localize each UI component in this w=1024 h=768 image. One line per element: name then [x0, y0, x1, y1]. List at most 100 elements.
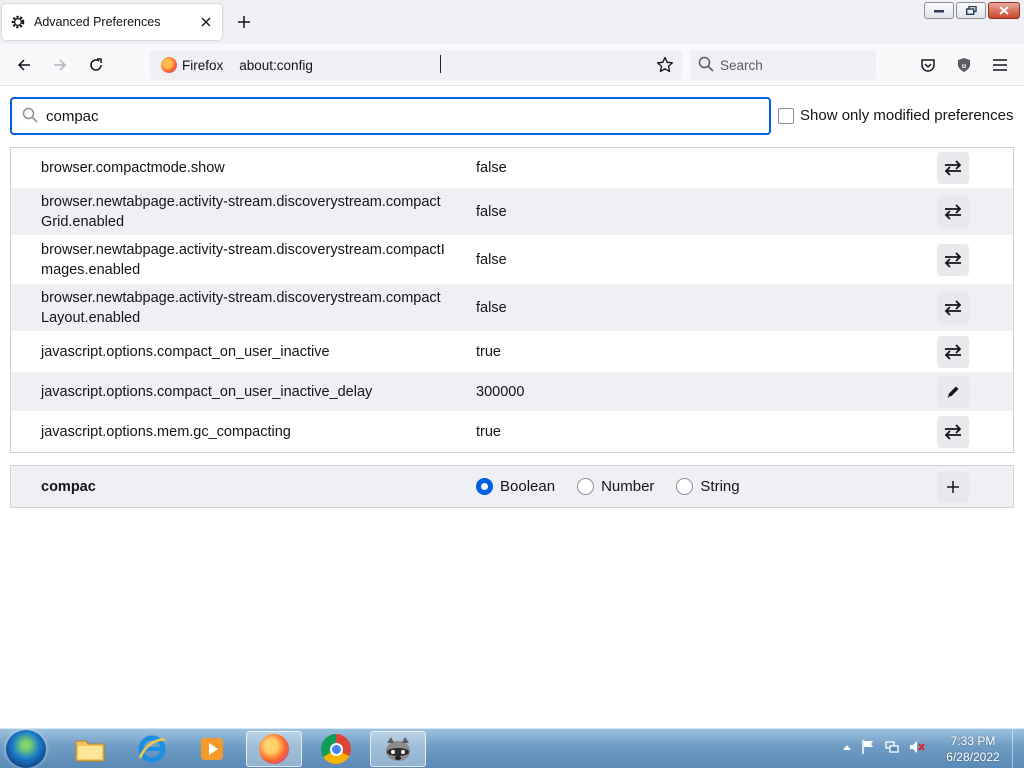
- pref-value: true: [476, 423, 501, 440]
- checkbox-box[interactable]: [778, 107, 794, 124]
- start-button[interactable]: [6, 730, 46, 768]
- text-cursor-icon: [440, 55, 446, 73]
- identity-box[interactable]: Firefox: [153, 53, 231, 77]
- new-tab-button[interactable]: [234, 12, 254, 32]
- pref-value: false: [476, 299, 507, 316]
- restore-button[interactable]: [956, 2, 986, 19]
- system-tray: [842, 739, 926, 755]
- reload-button[interactable]: [84, 53, 108, 77]
- toggle-button[interactable]: [937, 151, 969, 184]
- toggle-arrows-icon: [944, 299, 962, 316]
- internet-explorer-icon: [138, 735, 166, 763]
- toggle-button[interactable]: [937, 291, 969, 324]
- show-modified-checkbox[interactable]: Show only modified preferences: [778, 107, 1013, 124]
- raccoon-icon: [386, 737, 410, 761]
- pref-search-field[interactable]: [10, 97, 771, 135]
- toggle-button[interactable]: [937, 335, 969, 368]
- tab-close-icon[interactable]: [198, 14, 214, 30]
- show-hidden-icons-icon[interactable]: [842, 743, 852, 751]
- pref-name: javascript.options.compact_on_user_inact…: [41, 343, 330, 360]
- back-button[interactable]: [12, 53, 36, 77]
- bookmark-star-icon[interactable]: [656, 56, 674, 74]
- nav-toolbar: Firefox about:config Search u: [0, 44, 1024, 86]
- pref-name: javascript.options.mem.gc_compacting: [41, 423, 291, 440]
- radio-icon[interactable]: [577, 478, 595, 495]
- toggle-button[interactable]: [937, 195, 969, 228]
- pref-value: 300000: [476, 383, 525, 400]
- gear-icon: [10, 14, 26, 30]
- pref-row: browser.newtabpage.activity-stream.disco…: [11, 236, 1013, 284]
- menu-hamburger-icon[interactable]: [990, 55, 1010, 75]
- shield-icon[interactable]: u: [954, 55, 974, 75]
- pref-search-input[interactable]: [46, 107, 726, 125]
- pref-value: false: [476, 159, 507, 176]
- search-icon: [698, 56, 714, 75]
- pref-row: browser.newtabpage.activity-stream.disco…: [11, 188, 1013, 236]
- show-desktop-button[interactable]: [1012, 729, 1024, 768]
- chrome-icon: [321, 734, 351, 764]
- url-text[interactable]: about:config: [239, 58, 313, 73]
- radio-label: Number: [601, 478, 655, 495]
- url-bar[interactable]: Firefox about:config: [150, 50, 682, 80]
- taskbar-raccoon-app[interactable]: [370, 731, 426, 767]
- close-window-button[interactable]: [988, 2, 1020, 19]
- search-icon: [22, 107, 38, 126]
- toggle-arrows-icon: [944, 159, 962, 176]
- forward-button[interactable]: [48, 53, 72, 77]
- taskbar-explorer[interactable]: [62, 731, 118, 767]
- pref-value: false: [476, 251, 507, 268]
- firefox-logo-icon: [161, 57, 177, 73]
- edit-button[interactable]: [937, 375, 969, 408]
- tab-title: Advanced Preferences: [34, 15, 161, 29]
- clock-date: 6/28/2022: [946, 750, 1000, 764]
- folder-icon: [75, 740, 105, 762]
- toggle-arrows-icon: [944, 251, 962, 268]
- taskbar-clock[interactable]: 7:33 PM 6/28/2022: [940, 733, 1006, 765]
- taskbar-internet-explorer[interactable]: [124, 731, 180, 767]
- tab-strip: Advanced Preferences: [0, 0, 1024, 44]
- action-center-flag-icon[interactable]: [860, 739, 876, 755]
- taskbar: 7:33 PM 6/28/2022: [0, 728, 1024, 768]
- firefox-icon: [259, 734, 289, 764]
- new-pref-name: compac: [41, 478, 96, 495]
- type-radio-number[interactable]: Number: [577, 478, 654, 495]
- show-modified-label: Show only modified preferences: [800, 107, 1014, 124]
- taskbar-chrome[interactable]: [308, 731, 364, 767]
- tab-advanced-preferences[interactable]: Advanced Preferences: [2, 4, 222, 40]
- search-bar[interactable]: Search: [690, 50, 876, 80]
- pref-value: false: [476, 203, 507, 220]
- type-radio-boolean[interactable]: Boolean: [476, 478, 555, 495]
- pref-name: javascript.options.compact_on_user_inact…: [41, 383, 373, 400]
- pref-value: true: [476, 343, 501, 360]
- type-radio-string[interactable]: String: [676, 478, 740, 495]
- pref-row: javascript.options.compact_on_user_inact…: [11, 332, 1013, 372]
- pref-name: browser.newtabpage.activity-stream.disco…: [41, 289, 441, 326]
- network-icon[interactable]: [884, 739, 900, 755]
- media-player-icon: [201, 738, 223, 760]
- taskbar-media-player[interactable]: [184, 731, 240, 767]
- add-pref-row: compac Boolean Number String: [10, 465, 1014, 508]
- pref-name: browser.newtabpage.activity-stream.disco…: [41, 193, 441, 230]
- volume-muted-icon[interactable]: [908, 739, 926, 755]
- radio-label: Boolean: [500, 478, 556, 495]
- radio-selected-icon[interactable]: [476, 478, 493, 495]
- add-pref-button[interactable]: [937, 470, 969, 503]
- pocket-icon[interactable]: [918, 55, 938, 75]
- pencil-icon: [947, 386, 959, 398]
- pref-row: javascript.options.compact_on_user_inact…: [11, 372, 1013, 412]
- plus-icon: [947, 480, 959, 493]
- identity-label: Firefox: [182, 57, 224, 73]
- minimize-button[interactable]: [924, 2, 954, 19]
- toggle-arrows-icon: [944, 423, 962, 440]
- window-controls: [924, 2, 1020, 19]
- toggle-button[interactable]: [937, 243, 969, 276]
- taskbar-firefox[interactable]: [246, 731, 302, 767]
- toggle-button[interactable]: [937, 415, 969, 448]
- pref-row: browser.newtabpage.activity-stream.disco…: [11, 284, 1013, 332]
- pref-row: browser.compactmode.show false: [11, 148, 1013, 188]
- pref-row: javascript.options.mem.gc_compacting tru…: [11, 412, 1013, 452]
- pref-name: browser.compactmode.show: [41, 159, 225, 176]
- toggle-arrows-icon: [944, 343, 962, 360]
- radio-icon[interactable]: [676, 478, 694, 495]
- radio-label: String: [700, 478, 740, 495]
